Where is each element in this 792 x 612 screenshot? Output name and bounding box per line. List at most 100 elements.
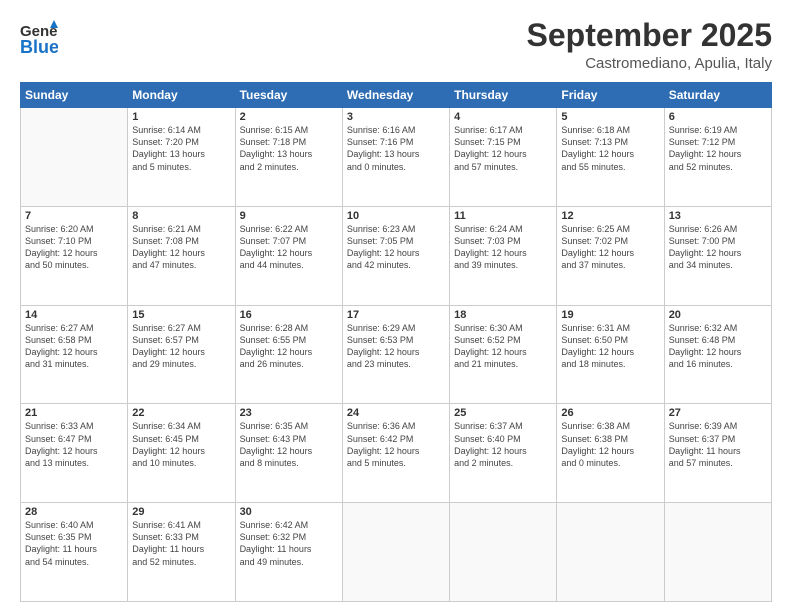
- table-row: 22Sunrise: 6:34 AM Sunset: 6:45 PM Dayli…: [128, 404, 235, 503]
- cell-info: Sunrise: 6:27 AM Sunset: 6:58 PM Dayligh…: [25, 322, 123, 371]
- logo: General Blue: [20, 18, 58, 56]
- day-number: 6: [669, 111, 767, 123]
- col-saturday: Saturday: [664, 83, 771, 108]
- day-number: 19: [561, 309, 659, 321]
- cell-info: Sunrise: 6:21 AM Sunset: 7:08 PM Dayligh…: [132, 223, 230, 272]
- day-number: 9: [240, 210, 338, 222]
- table-row: 5Sunrise: 6:18 AM Sunset: 7:13 PM Daylig…: [557, 108, 664, 207]
- table-row: 25Sunrise: 6:37 AM Sunset: 6:40 PM Dayli…: [450, 404, 557, 503]
- table-row: 14Sunrise: 6:27 AM Sunset: 6:58 PM Dayli…: [21, 305, 128, 404]
- day-number: 14: [25, 309, 123, 321]
- table-row: 13Sunrise: 6:26 AM Sunset: 7:00 PM Dayli…: [664, 206, 771, 305]
- cell-info: Sunrise: 6:32 AM Sunset: 6:48 PM Dayligh…: [669, 322, 767, 371]
- table-row: 8Sunrise: 6:21 AM Sunset: 7:08 PM Daylig…: [128, 206, 235, 305]
- location-title: Castromediano, Apulia, Italy: [527, 55, 772, 72]
- day-number: 3: [347, 111, 445, 123]
- cell-info: Sunrise: 6:37 AM Sunset: 6:40 PM Dayligh…: [454, 420, 552, 469]
- table-row: 16Sunrise: 6:28 AM Sunset: 6:55 PM Dayli…: [235, 305, 342, 404]
- table-row: 11Sunrise: 6:24 AM Sunset: 7:03 PM Dayli…: [450, 206, 557, 305]
- day-number: 15: [132, 309, 230, 321]
- day-number: 1: [132, 111, 230, 123]
- table-row: 7Sunrise: 6:20 AM Sunset: 7:10 PM Daylig…: [21, 206, 128, 305]
- cell-info: Sunrise: 6:33 AM Sunset: 6:47 PM Dayligh…: [25, 420, 123, 469]
- table-row: 1Sunrise: 6:14 AM Sunset: 7:20 PM Daylig…: [128, 108, 235, 207]
- cell-info: Sunrise: 6:34 AM Sunset: 6:45 PM Dayligh…: [132, 420, 230, 469]
- cell-info: Sunrise: 6:39 AM Sunset: 6:37 PM Dayligh…: [669, 420, 767, 469]
- header: General Blue September 2025 Castromedian…: [20, 18, 772, 72]
- day-number: 8: [132, 210, 230, 222]
- day-number: 24: [347, 407, 445, 419]
- cell-info: Sunrise: 6:38 AM Sunset: 6:38 PM Dayligh…: [561, 420, 659, 469]
- cell-info: Sunrise: 6:35 AM Sunset: 6:43 PM Dayligh…: [240, 420, 338, 469]
- day-number: 7: [25, 210, 123, 222]
- day-number: 4: [454, 111, 552, 123]
- cell-info: Sunrise: 6:24 AM Sunset: 7:03 PM Dayligh…: [454, 223, 552, 272]
- day-number: 29: [132, 506, 230, 518]
- cell-info: Sunrise: 6:30 AM Sunset: 6:52 PM Dayligh…: [454, 322, 552, 371]
- col-thursday: Thursday: [450, 83, 557, 108]
- cell-info: Sunrise: 6:17 AM Sunset: 7:15 PM Dayligh…: [454, 124, 552, 173]
- day-number: 13: [669, 210, 767, 222]
- day-number: 25: [454, 407, 552, 419]
- day-number: 26: [561, 407, 659, 419]
- col-monday: Monday: [128, 83, 235, 108]
- table-row: 26Sunrise: 6:38 AM Sunset: 6:38 PM Dayli…: [557, 404, 664, 503]
- cell-info: Sunrise: 6:28 AM Sunset: 6:55 PM Dayligh…: [240, 322, 338, 371]
- day-number: 28: [25, 506, 123, 518]
- month-title: September 2025: [527, 18, 772, 53]
- day-number: 17: [347, 309, 445, 321]
- svg-text:Blue: Blue: [20, 37, 58, 56]
- col-tuesday: Tuesday: [235, 83, 342, 108]
- table-row: 10Sunrise: 6:23 AM Sunset: 7:05 PM Dayli…: [342, 206, 449, 305]
- cell-info: Sunrise: 6:42 AM Sunset: 6:32 PM Dayligh…: [240, 519, 338, 568]
- day-number: 12: [561, 210, 659, 222]
- cell-info: Sunrise: 6:25 AM Sunset: 7:02 PM Dayligh…: [561, 223, 659, 272]
- cell-info: Sunrise: 6:14 AM Sunset: 7:20 PM Dayligh…: [132, 124, 230, 173]
- day-number: 30: [240, 506, 338, 518]
- day-number: 2: [240, 111, 338, 123]
- day-number: 22: [132, 407, 230, 419]
- table-row: [21, 108, 128, 207]
- cell-info: Sunrise: 6:15 AM Sunset: 7:18 PM Dayligh…: [240, 124, 338, 173]
- day-number: 21: [25, 407, 123, 419]
- table-row: [557, 503, 664, 602]
- calendar-week-5: 28Sunrise: 6:40 AM Sunset: 6:35 PM Dayli…: [21, 503, 772, 602]
- day-number: 5: [561, 111, 659, 123]
- day-number: 11: [454, 210, 552, 222]
- table-row: [450, 503, 557, 602]
- calendar-week-2: 7Sunrise: 6:20 AM Sunset: 7:10 PM Daylig…: [21, 206, 772, 305]
- col-friday: Friday: [557, 83, 664, 108]
- cell-info: Sunrise: 6:22 AM Sunset: 7:07 PM Dayligh…: [240, 223, 338, 272]
- day-number: 20: [669, 309, 767, 321]
- table-row: 6Sunrise: 6:19 AM Sunset: 7:12 PM Daylig…: [664, 108, 771, 207]
- cell-info: Sunrise: 6:31 AM Sunset: 6:50 PM Dayligh…: [561, 322, 659, 371]
- table-row: 15Sunrise: 6:27 AM Sunset: 6:57 PM Dayli…: [128, 305, 235, 404]
- table-row: 24Sunrise: 6:36 AM Sunset: 6:42 PM Dayli…: [342, 404, 449, 503]
- table-row: 4Sunrise: 6:17 AM Sunset: 7:15 PM Daylig…: [450, 108, 557, 207]
- page: General Blue September 2025 Castromedian…: [0, 0, 792, 612]
- cell-info: Sunrise: 6:19 AM Sunset: 7:12 PM Dayligh…: [669, 124, 767, 173]
- col-sunday: Sunday: [21, 83, 128, 108]
- calendar-week-1: 1Sunrise: 6:14 AM Sunset: 7:20 PM Daylig…: [21, 108, 772, 207]
- calendar-week-4: 21Sunrise: 6:33 AM Sunset: 6:47 PM Dayli…: [21, 404, 772, 503]
- cell-info: Sunrise: 6:29 AM Sunset: 6:53 PM Dayligh…: [347, 322, 445, 371]
- cell-info: Sunrise: 6:16 AM Sunset: 7:16 PM Dayligh…: [347, 124, 445, 173]
- cell-info: Sunrise: 6:23 AM Sunset: 7:05 PM Dayligh…: [347, 223, 445, 272]
- table-row: 20Sunrise: 6:32 AM Sunset: 6:48 PM Dayli…: [664, 305, 771, 404]
- day-number: 27: [669, 407, 767, 419]
- cell-info: Sunrise: 6:41 AM Sunset: 6:33 PM Dayligh…: [132, 519, 230, 568]
- cell-info: Sunrise: 6:20 AM Sunset: 7:10 PM Dayligh…: [25, 223, 123, 272]
- table-row: 27Sunrise: 6:39 AM Sunset: 6:37 PM Dayli…: [664, 404, 771, 503]
- table-row: 30Sunrise: 6:42 AM Sunset: 6:32 PM Dayli…: [235, 503, 342, 602]
- table-row: 21Sunrise: 6:33 AM Sunset: 6:47 PM Dayli…: [21, 404, 128, 503]
- calendar-table: Sunday Monday Tuesday Wednesday Thursday…: [20, 82, 772, 602]
- table-row: 19Sunrise: 6:31 AM Sunset: 6:50 PM Dayli…: [557, 305, 664, 404]
- table-row: [664, 503, 771, 602]
- table-row: 17Sunrise: 6:29 AM Sunset: 6:53 PM Dayli…: [342, 305, 449, 404]
- table-row: 18Sunrise: 6:30 AM Sunset: 6:52 PM Dayli…: [450, 305, 557, 404]
- cell-info: Sunrise: 6:36 AM Sunset: 6:42 PM Dayligh…: [347, 420, 445, 469]
- table-row: 2Sunrise: 6:15 AM Sunset: 7:18 PM Daylig…: [235, 108, 342, 207]
- cell-info: Sunrise: 6:40 AM Sunset: 6:35 PM Dayligh…: [25, 519, 123, 568]
- day-number: 23: [240, 407, 338, 419]
- title-block: September 2025 Castromediano, Apulia, It…: [527, 18, 772, 72]
